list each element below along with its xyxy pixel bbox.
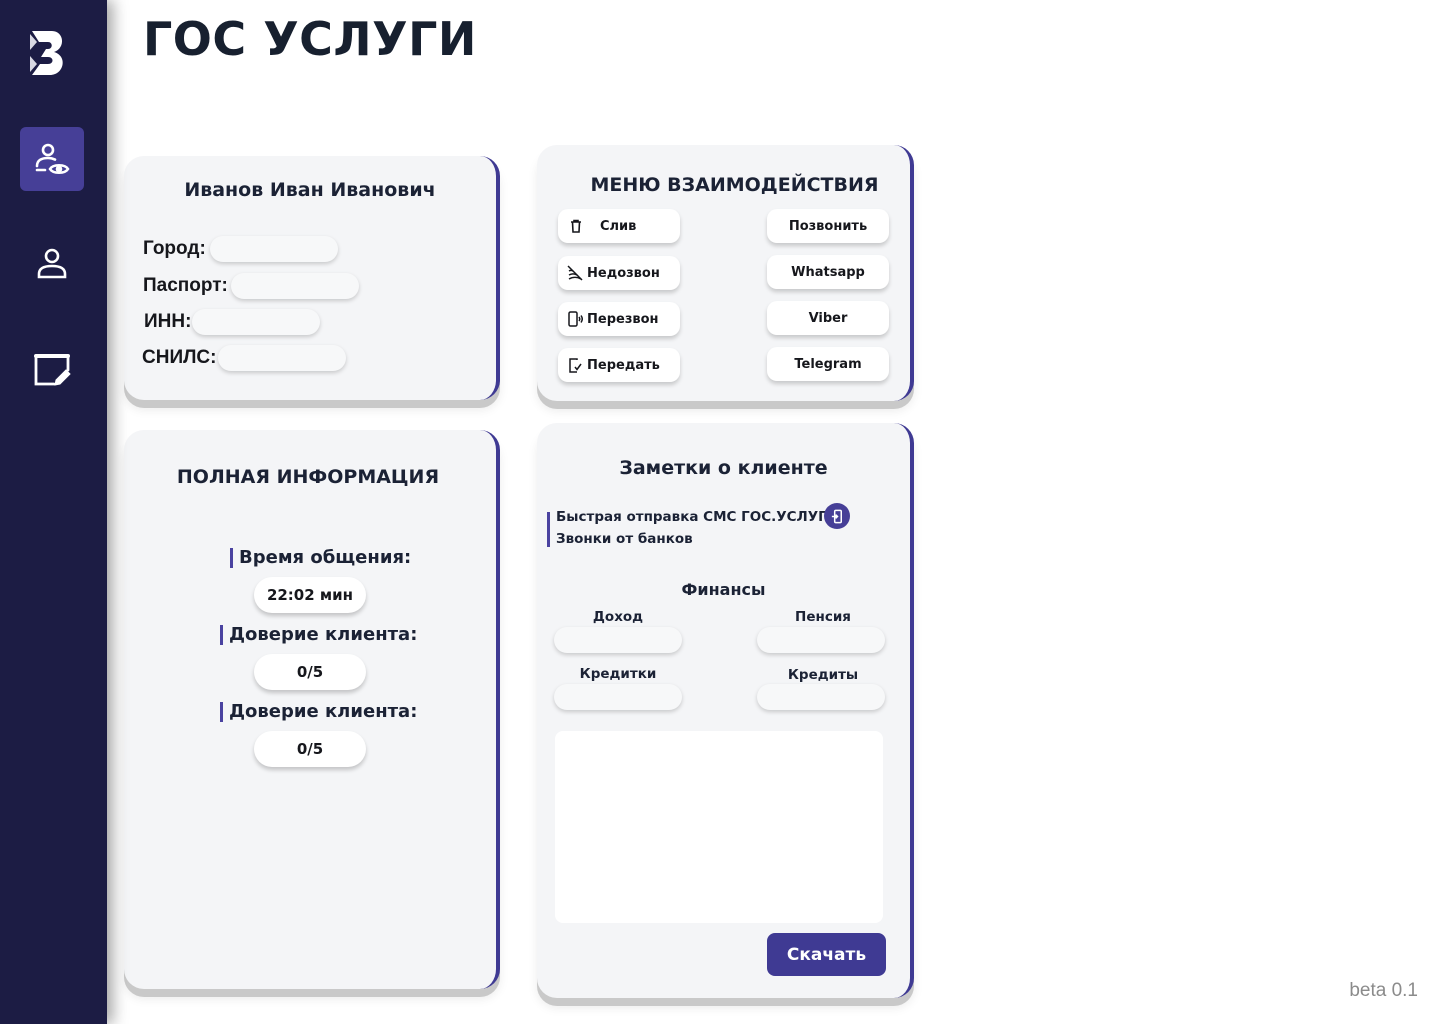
full-info-card: ПОЛНАЯ ИНФОРМАЦИЯ Время общения: 22:02 м… bbox=[124, 430, 500, 989]
client-notes-card: Заметки о клиенте Быстрая отправка СМС Г… bbox=[537, 423, 914, 998]
income-label: Доход bbox=[592, 609, 644, 625]
download-button[interactable]: Скачать bbox=[767, 933, 886, 976]
menu-title: МЕНЮ ВЗАИМОДЕЙСТВИЯ bbox=[590, 174, 879, 196]
snils-label: СНИЛС: bbox=[142, 347, 217, 368]
city-label: Город: bbox=[143, 238, 206, 259]
bank-calls-note: Звонки от банков bbox=[556, 531, 693, 547]
edit-note-icon bbox=[34, 354, 71, 386]
pension-input[interactable] bbox=[757, 627, 885, 653]
drain-button-label: Слив bbox=[600, 218, 637, 234]
callback-button[interactable]: Перезвон bbox=[558, 302, 680, 336]
no-answer-button[interactable]: Недозвон bbox=[558, 256, 680, 290]
quick-sms-note: Быстрая отправка СМС ГОС.УСЛУГИ bbox=[556, 509, 839, 525]
inn-input[interactable] bbox=[192, 309, 320, 335]
user-icon bbox=[37, 248, 67, 279]
send-sms-button[interactable] bbox=[824, 503, 850, 529]
passport-input[interactable] bbox=[231, 273, 359, 299]
telegram-button[interactable]: Telegram bbox=[767, 347, 889, 381]
notes-accent-bar bbox=[547, 512, 550, 547]
income-input[interactable] bbox=[554, 627, 682, 653]
sidebar-item-client-view[interactable] bbox=[20, 127, 84, 191]
talk-time-value: 22:02 мин bbox=[254, 577, 366, 613]
phone-send-icon bbox=[831, 509, 842, 523]
finance-title: Финансы bbox=[681, 580, 766, 599]
transfer-button[interactable]: Передать bbox=[558, 348, 680, 382]
sidebar bbox=[0, 0, 107, 1024]
credit-cards-input[interactable] bbox=[554, 684, 682, 710]
trust-value-2: 0/5 bbox=[254, 731, 366, 767]
version-label: beta 0.1 bbox=[1349, 980, 1418, 1001]
sidebar-item-edit[interactable] bbox=[20, 338, 84, 402]
whatsapp-button[interactable]: Whatsapp bbox=[767, 255, 889, 289]
drain-button[interactable]: Слив bbox=[558, 209, 680, 243]
trust-label-2: Доверие клиента: bbox=[220, 702, 417, 722]
callback-button-label: Перезвон bbox=[587, 311, 659, 327]
no-answer-button-label: Недозвон bbox=[587, 265, 660, 281]
user-eye-icon bbox=[35, 143, 70, 175]
pension-label: Пенсия bbox=[795, 609, 851, 625]
credit-cards-label: Кредитки bbox=[579, 666, 657, 682]
viber-button[interactable]: Viber bbox=[767, 301, 889, 335]
city-input[interactable] bbox=[210, 236, 338, 262]
notes-textarea[interactable] bbox=[555, 731, 883, 923]
trust-label-1: Доверие клиента: bbox=[220, 625, 417, 645]
notes-title: Заметки о клиенте bbox=[619, 457, 828, 479]
talk-time-label: Время общения: bbox=[230, 548, 411, 568]
call-button[interactable]: Позвонить bbox=[767, 209, 889, 243]
trust-value-1: 0/5 bbox=[254, 654, 366, 690]
phone-ring-icon bbox=[567, 311, 583, 327]
client-name: Иванов Иван Иванович bbox=[184, 179, 436, 201]
full-info-title: ПОЛНАЯ ИНФОРМАЦИЯ bbox=[176, 466, 440, 488]
logo-icon bbox=[28, 28, 68, 78]
snils-input[interactable] bbox=[218, 345, 346, 371]
inn-label: ИНН: bbox=[144, 311, 192, 332]
no-signal-icon bbox=[567, 265, 583, 281]
sidebar-item-profile[interactable] bbox=[20, 232, 84, 296]
page-title: ГОС УСЛУГИ bbox=[143, 12, 477, 66]
passport-label: Паспорт: bbox=[143, 275, 228, 296]
loans-input[interactable] bbox=[757, 684, 885, 710]
trash-icon bbox=[568, 218, 584, 234]
phone-transfer-icon bbox=[567, 357, 583, 373]
client-card: Иванов Иван Иванович Город: Паспорт: ИНН… bbox=[124, 156, 500, 400]
loans-label: Кредиты bbox=[787, 667, 859, 683]
transfer-button-label: Передать bbox=[587, 357, 660, 373]
interaction-menu-card: МЕНЮ ВЗАИМОДЕЙСТВИЯ Слив Недозвон Перезв… bbox=[537, 145, 914, 401]
